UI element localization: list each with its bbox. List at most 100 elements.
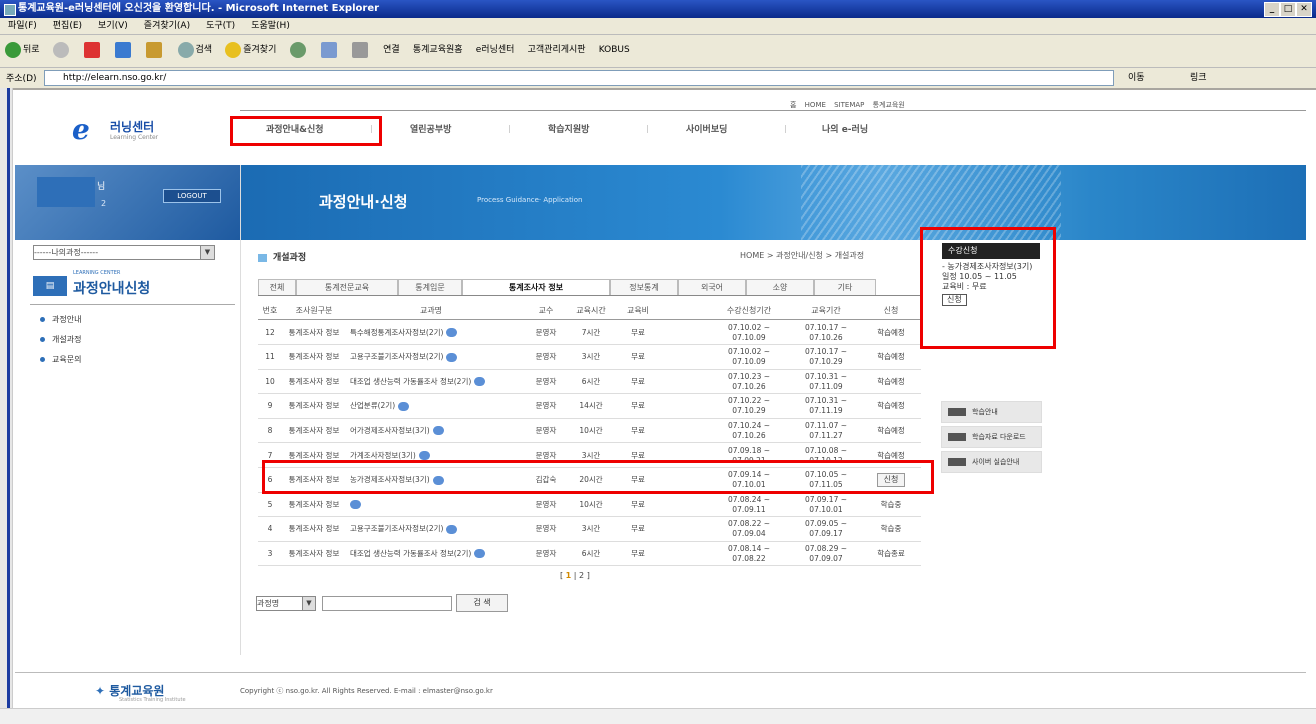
cell-prof: 문영자 [535, 548, 557, 558]
tab-stats-professional[interactable]: 통계전문교육 [296, 279, 398, 296]
close-button[interactable]: ✕ [1296, 2, 1312, 17]
search-button[interactable]: 검 색 [456, 594, 508, 612]
tab-stats-intro[interactable]: 통계입문 [398, 279, 462, 296]
favorites-button[interactable]: 즐겨찾기 [222, 41, 279, 59]
menu-tools[interactable]: 도구(T) [198, 18, 243, 34]
cell-prof: 문영자 [535, 352, 557, 362]
cell-no: 3 [267, 548, 273, 558]
utility-links[interactable]: 홈 HOME SITEMAP 통계교육원 [790, 100, 905, 110]
minimize-button[interactable]: _ [1264, 2, 1280, 17]
col-prof: 교수 [538, 306, 554, 315]
left-menu-open-courses[interactable]: 개설과정 [40, 334, 81, 345]
cell-type: 통계조사자 정보 [288, 548, 340, 558]
forward-button[interactable] [50, 41, 74, 59]
stop-button[interactable] [81, 41, 105, 59]
gnav-open-study[interactable]: 열린공부방 [410, 122, 451, 135]
course-title-link[interactable]: 대조업 생산능력 가동률조사 정보(2기) [350, 370, 526, 393]
print-button[interactable] [349, 41, 373, 59]
cell-type: 통계조사자 정보 [288, 376, 340, 386]
course-info-icon[interactable] [474, 377, 486, 387]
tab-etc[interactable]: 기타 [814, 279, 876, 296]
course-info-icon[interactable] [446, 328, 458, 337]
search-type-select[interactable]: 과정명 ▼ [256, 596, 316, 611]
home-button[interactable] [143, 41, 167, 59]
links-toggle[interactable]: 링크 [1190, 70, 1207, 83]
gnav-cyber-boarding[interactable]: 사이버보딩 [686, 122, 727, 135]
refresh-button[interactable] [112, 41, 136, 59]
course-info-icon[interactable] [446, 524, 458, 534]
go-button[interactable]: 이동 [1128, 70, 1145, 83]
cell-no: 4 [267, 524, 273, 534]
menu-file[interactable]: 파일(F) [0, 18, 45, 34]
maximize-button[interactable]: □ [1280, 2, 1296, 17]
col-no: 번호 [262, 306, 278, 315]
course-title-link[interactable]: 산업분류(2기) [350, 395, 526, 418]
cell-no: 5 [267, 499, 273, 509]
cell-apply-period: 07.10.23 ~ 07.10.26 [727, 371, 771, 391]
side-btn-cyber-practice[interactable]: 사이버 실습안내 [941, 451, 1042, 473]
site-logo[interactable]: e 러닝센터 Learning Center [72, 116, 158, 144]
course-title-link[interactable]: 어가경제조사자정보(3기) [350, 419, 526, 442]
tab-foreign-language[interactable]: 외국어 [678, 279, 746, 296]
tab-culture[interactable]: 소양 [746, 279, 814, 296]
link-elearning[interactable]: e러닝센터 [473, 41, 518, 59]
search-input[interactable] [322, 596, 452, 611]
tab-info-stats[interactable]: 정보통계 [610, 279, 678, 296]
cell-status: 학습예정 [877, 352, 905, 362]
mail-button[interactable] [318, 41, 342, 59]
cell-type: 통계조사자 정보 [288, 352, 340, 362]
left-menu-inquiry[interactable]: 교육문의 [40, 354, 81, 365]
menu-help[interactable]: 도움말(H) [243, 18, 298, 34]
search-icon [177, 41, 194, 58]
course-info-icon[interactable] [432, 426, 444, 436]
course-info-icon[interactable] [350, 500, 361, 510]
gnav-my-elearning[interactable]: 나의 e-러닝 [822, 122, 868, 135]
course-info-icon[interactable] [474, 549, 486, 559]
course-info-icon[interactable] [398, 401, 410, 411]
course-info-icon[interactable] [446, 352, 458, 362]
link-stats-home[interactable]: 통계교육원홈 [410, 41, 466, 59]
cell-type: 통계조사자 정보 [288, 524, 340, 534]
history-icon [289, 41, 306, 58]
history-button[interactable] [287, 41, 311, 59]
menu-favorites[interactable]: 즐겨찾기(A) [136, 18, 198, 34]
my-course-select[interactable]: ------나의과정------ ▼ [33, 245, 215, 260]
course-title-link[interactable]: 고용구조불기조사자정보(2기) [350, 346, 526, 369]
address-input[interactable]: http://elearn.nso.go.kr/ [44, 70, 1114, 86]
logout-button[interactable]: LOGOUT [163, 189, 221, 203]
course-title-link[interactable]: 대조업 생산능력 가동률조사 정보(2기) [350, 542, 526, 565]
cell-status: 학습종료 [877, 548, 905, 558]
footer-divider [15, 672, 1306, 673]
tab-underline [258, 295, 921, 296]
menu-edit[interactable]: 편집(E) [45, 18, 90, 34]
page-current[interactable]: 1 [566, 571, 572, 580]
side-btn-study-guide[interactable]: 학습안내 [941, 401, 1042, 423]
header-divider [240, 110, 1306, 111]
course-title-link[interactable]: 특수해정통계조사자정보(2기) [350, 321, 526, 344]
tab-surveyor-info[interactable]: 통계조사자 정보 [462, 279, 610, 296]
pager-close: ] [586, 571, 590, 580]
back-button[interactable]: 뒤로 [2, 41, 43, 59]
tab-all[interactable]: 전체 [258, 279, 296, 296]
course-info-icon[interactable] [418, 451, 430, 460]
side-btn-download[interactable]: 학습자료 다운로드 [941, 426, 1042, 448]
link-kobus[interactable]: KOBUS [596, 41, 633, 59]
cell-study-period: 07.09.17 ~ 07.10.01 [804, 494, 848, 514]
left-menu-course-info[interactable]: 과정안내 [40, 314, 81, 325]
link-customer-board[interactable]: 고객관리게시판 [525, 41, 589, 59]
page-next[interactable]: 2 [579, 571, 584, 580]
cell-apply-period: 07.08.14 ~ 07.08.22 [727, 543, 771, 563]
cell-no: 11 [265, 352, 275, 362]
cell-fee: 무료 [631, 376, 645, 386]
course-title-link[interactable] [350, 493, 526, 516]
col-type: 조사원구분 [295, 306, 333, 315]
cell-prof: 문영자 [535, 327, 557, 337]
cell-hours: 7시간 [581, 327, 601, 337]
cell-hours: 6시간 [581, 548, 601, 558]
search-button[interactable]: 검색 [175, 41, 216, 59]
course-title-link[interactable]: 고용구조불기조사자정보(2기) [350, 518, 526, 541]
menu-view[interactable]: 보기(V) [90, 18, 136, 34]
col-apply-period: 수강신청기간 [726, 306, 772, 315]
gnav-learning-support[interactable]: 학습지원방 [548, 122, 589, 135]
login-box: 님 2 LOGOUT [15, 165, 240, 240]
